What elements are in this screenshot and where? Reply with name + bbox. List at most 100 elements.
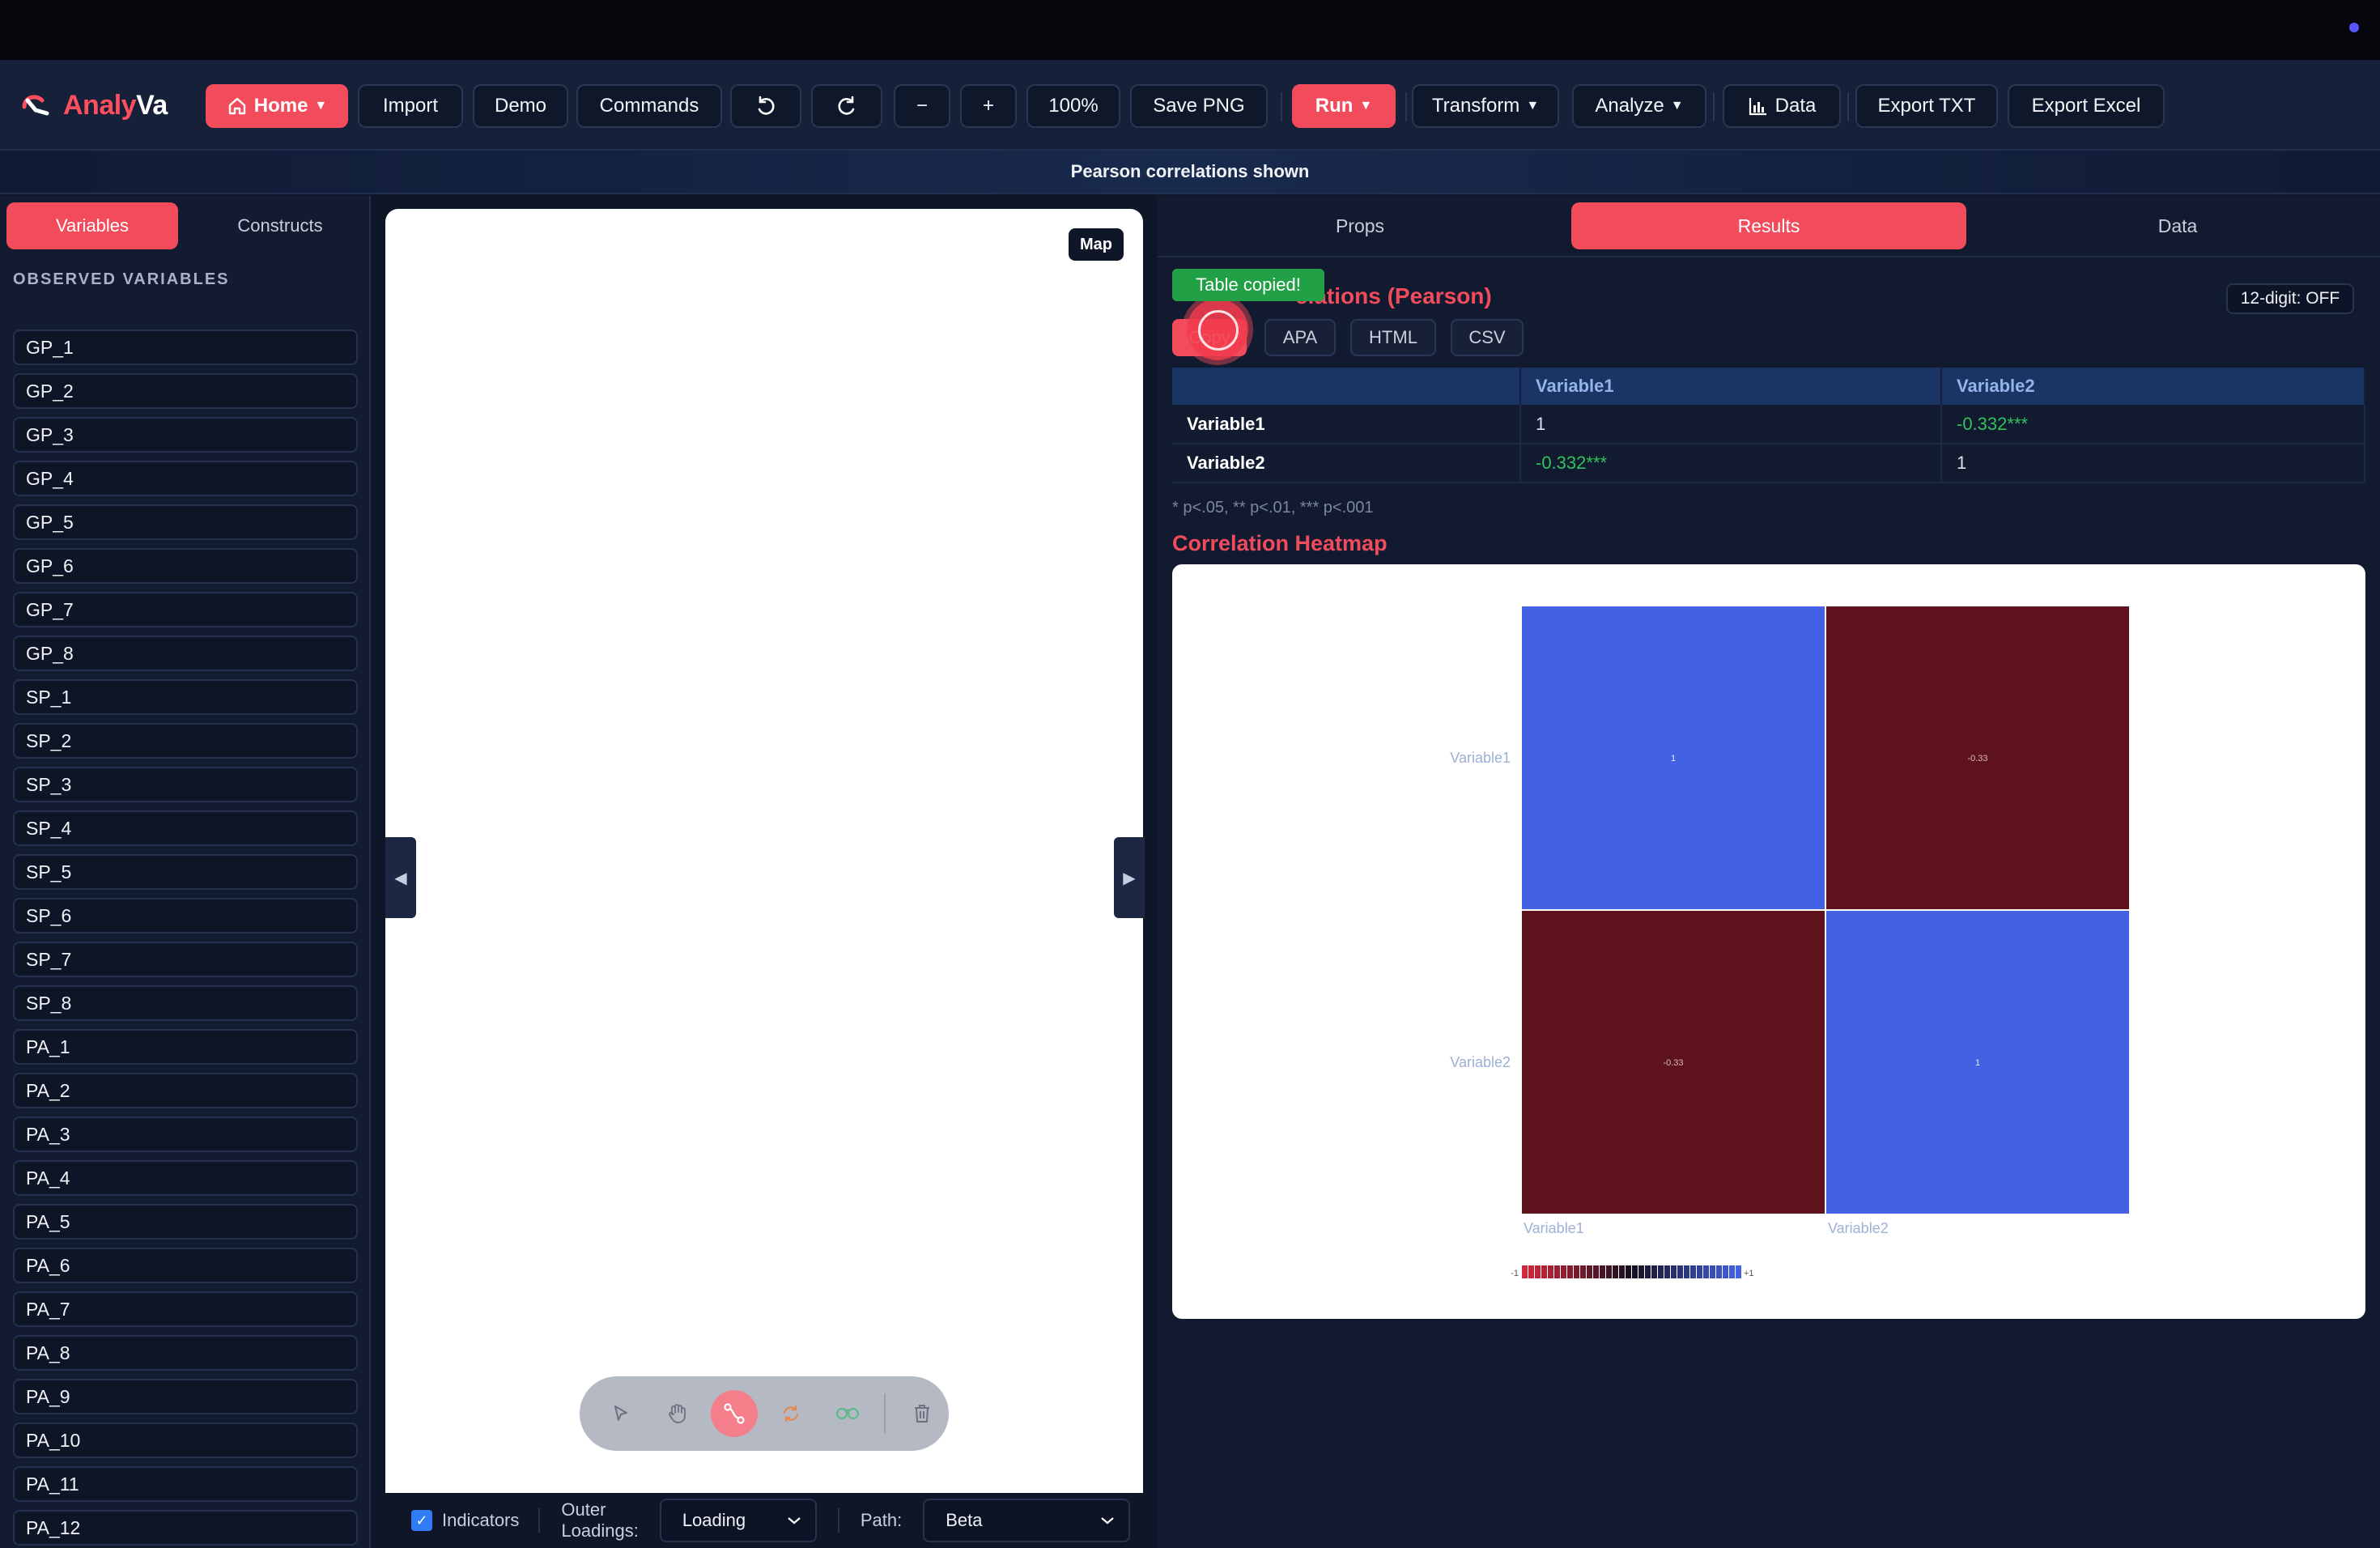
link-tool-button[interactable]: [824, 1390, 871, 1437]
data-button[interactable]: Data: [1723, 84, 1841, 128]
legend-swatch: [1664, 1265, 1670, 1278]
demo-button[interactable]: Demo: [473, 84, 568, 128]
variable-item[interactable]: SP_5: [13, 854, 358, 890]
arrow-left-icon: ◀: [394, 869, 407, 887]
outer-loadings-select[interactable]: Loading: [659, 1499, 817, 1542]
delete-tool-button[interactable]: [899, 1390, 946, 1437]
legend-swatch: [1736, 1265, 1741, 1278]
pointer-icon: [614, 1406, 627, 1421]
csv-button[interactable]: CSV: [1451, 319, 1524, 356]
variable-item[interactable]: SP_4: [13, 810, 358, 846]
pan-tool-button[interactable]: [654, 1390, 701, 1437]
variable-item[interactable]: PA_1: [13, 1029, 358, 1065]
variable-item[interactable]: GP_4: [13, 461, 358, 496]
zoom-in-button[interactable]: +: [960, 84, 1017, 128]
run-button[interactable]: Run ▼: [1292, 84, 1396, 128]
variable-item[interactable]: GP_3: [13, 417, 358, 453]
path-label: Path:: [860, 1510, 903, 1530]
heatmap-y-label: Variable1: [1450, 750, 1511, 766]
variable-item[interactable]: PA_12: [13, 1510, 358, 1546]
twelve-digit-toggle[interactable]: 12-digit: OFF: [2226, 283, 2354, 314]
variable-item[interactable]: SP_7: [13, 942, 358, 977]
html-button[interactable]: HTML: [1350, 319, 1436, 356]
variable-item[interactable]: GP_7: [13, 592, 358, 627]
variable-item[interactable]: GP_2: [13, 373, 358, 409]
redo-button[interactable]: [811, 84, 882, 128]
canvas-footer: ✓ Indicators Outer Loadings: Loading Pat…: [385, 1493, 1143, 1548]
legend-swatch: [1645, 1265, 1651, 1278]
transform-menu-button[interactable]: Transform ▼: [1412, 84, 1559, 128]
variable-item[interactable]: SP_8: [13, 985, 358, 1021]
variable-item[interactable]: PA_3: [13, 1116, 358, 1152]
zoom-out-button[interactable]: −: [894, 84, 950, 128]
legend-swatch: [1580, 1265, 1586, 1278]
home-button[interactable]: Home ▼: [206, 84, 348, 128]
variable-item[interactable]: SP_3: [13, 767, 358, 802]
trash-icon: [915, 1405, 929, 1423]
legend-swatch: [1729, 1265, 1735, 1278]
commands-button[interactable]: Commands: [576, 84, 722, 128]
variable-item[interactable]: PA_10: [13, 1423, 358, 1458]
export-excel-button[interactable]: Export Excel: [2008, 84, 2165, 128]
indicators-checkbox[interactable]: ✓: [411, 1510, 432, 1531]
right-panel-tabs: Props Results Data: [1158, 202, 2380, 249]
model-canvas[interactable]: Map: [385, 209, 1143, 1493]
heatmap-y-label: Variable2: [1450, 1054, 1511, 1070]
status-banner: Pearson correlations shown: [0, 151, 2380, 194]
chevron-down-icon: [788, 1517, 801, 1525]
variable-item[interactable]: PA_5: [13, 1204, 358, 1240]
variable-item[interactable]: SP_6: [13, 898, 358, 933]
export-txt-button[interactable]: Export TXT: [1855, 84, 1998, 128]
variable-item[interactable]: SP_1: [13, 679, 358, 715]
legend-swatch: [1528, 1265, 1534, 1278]
tab-props[interactable]: Props: [1158, 202, 1562, 249]
save-png-button[interactable]: Save PNG: [1130, 84, 1268, 128]
variable-item[interactable]: PA_2: [13, 1073, 358, 1108]
variable-item[interactable]: PA_8: [13, 1335, 358, 1371]
variable-item[interactable]: PA_7: [13, 1291, 358, 1327]
legend-swatch: [1522, 1265, 1528, 1278]
heatmap-cell-label: 1: [1671, 754, 1676, 763]
status-dot: [2349, 23, 2359, 32]
tab-variables[interactable]: Variables: [6, 202, 178, 249]
cycle-tool-button[interactable]: [767, 1390, 814, 1437]
main-toolbar: AnalyVa Home ▼ Import Demo Commands − + 1…: [0, 60, 2380, 151]
analyze-menu-button[interactable]: Analyze ▼: [1572, 84, 1706, 128]
pointer-tool-button[interactable]: [597, 1390, 644, 1437]
legend-swatch: [1684, 1265, 1689, 1278]
tab-constructs[interactable]: Constructs: [194, 202, 366, 249]
path-select[interactable]: Beta: [923, 1499, 1131, 1542]
legend-swatch: [1690, 1265, 1696, 1278]
variables-panel: Variables Constructs OBSERVED VARIABLES …: [0, 196, 371, 1548]
variable-item[interactable]: PA_11: [13, 1466, 358, 1502]
indicators-label: Indicators: [442, 1510, 520, 1530]
undo-button[interactable]: [730, 84, 801, 128]
connect-tool-button[interactable]: [711, 1390, 758, 1437]
table-cell: 1: [1941, 444, 2365, 483]
legend-swatch: [1535, 1265, 1541, 1278]
collapse-left-panel-button[interactable]: ◀: [385, 837, 416, 918]
heatmap-cell-label: -0.33: [1967, 754, 1987, 763]
import-button[interactable]: Import: [358, 84, 463, 128]
variable-item[interactable]: PA_4: [13, 1160, 358, 1196]
tab-data[interactable]: Data: [1975, 202, 2380, 249]
analyze-label: Analyze: [1595, 95, 1664, 117]
home-icon: [228, 97, 245, 115]
table-header-cell: Variable1: [1520, 368, 1942, 405]
variable-item[interactable]: PA_9: [13, 1379, 358, 1414]
variable-item[interactable]: GP_1: [13, 330, 358, 365]
variable-item[interactable]: GP_5: [13, 504, 358, 540]
map-button[interactable]: Map: [1069, 228, 1124, 261]
tab-results[interactable]: Results: [1571, 202, 1966, 249]
variable-item[interactable]: PA_6: [13, 1248, 358, 1283]
table-row: Variable1 1 -0.332***: [1172, 405, 2365, 444]
apa-button[interactable]: APA: [1264, 319, 1336, 356]
legend-swatch: [1593, 1265, 1599, 1278]
variable-item[interactable]: SP_2: [13, 723, 358, 759]
variable-item[interactable]: GP_6: [13, 548, 358, 584]
collapse-right-panel-button[interactable]: ▶: [1114, 837, 1145, 918]
variable-item[interactable]: GP_8: [13, 636, 358, 671]
zoom-level-button[interactable]: 100%: [1026, 84, 1120, 128]
cycle-icon: [783, 1406, 799, 1422]
logo-icon: [22, 95, 49, 116]
